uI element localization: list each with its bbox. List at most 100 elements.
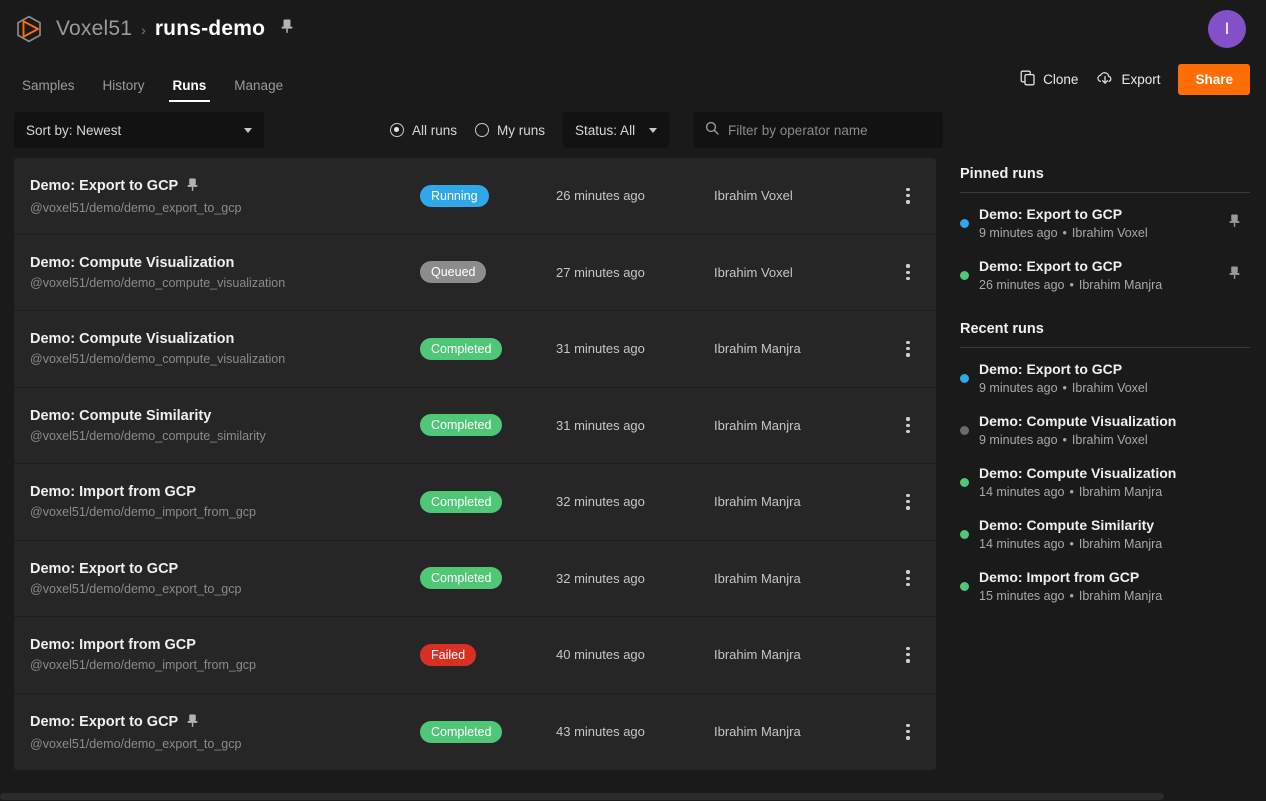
breadcrumb-separator: › — [141, 22, 146, 38]
status-dot — [960, 218, 969, 228]
recent-run-user: Ibrahim Manjra — [1078, 537, 1163, 551]
tab-runs[interactable]: Runs — [163, 78, 217, 103]
radio-all-runs-label: All runs — [412, 122, 458, 138]
run-uri: @voxel51/demo/demo_export_to_gcp — [30, 200, 242, 215]
recent-run-item[interactable]: Demo: Compute Similarity 14 minutes ago •… — [950, 508, 1250, 560]
table-row[interactable]: Demo: Export to GCP @voxel51/demo/demo_e… — [14, 694, 936, 771]
row-menu-button[interactable] — [894, 264, 922, 281]
pin-dataset-icon[interactable] — [280, 18, 294, 39]
run-info: Demo: Compute Visualization @voxel51/dem… — [30, 255, 420, 290]
pin-icon[interactable] — [1228, 213, 1242, 233]
radio-my-runs-label: My runs — [497, 122, 546, 138]
clone-button[interactable]: Clone — [1020, 70, 1078, 89]
recent-run-meta: 9 minutes ago • Ibrahim Voxel — [979, 433, 1242, 447]
recent-run-item[interactable]: Demo: Export to GCP 9 minutes ago • Ibrahi… — [950, 352, 1250, 404]
recent-run-name: Demo: Export to GCP — [979, 361, 1123, 377]
pin-icon[interactable] — [186, 713, 199, 732]
pinned-run-item[interactable]: Demo: Export to GCP 26 minutes ago • Ibrah… — [950, 249, 1250, 301]
recent-run-user: Ibrahim Voxel — [1071, 381, 1148, 395]
search-input[interactable] — [728, 122, 932, 138]
recent-divider — [960, 347, 1250, 348]
pinned-run-user: Ibrahim Manjra — [1078, 278, 1163, 292]
breadcrumb-dataset[interactable]: runs-demo — [155, 17, 265, 41]
status-dot — [960, 581, 969, 591]
operator-search[interactable] — [693, 112, 944, 148]
more-vertical-icon — [906, 187, 910, 204]
run-info: Demo: Export to GCP @voxel51/demo/demo_e… — [30, 713, 420, 751]
run-uri: @voxel51/demo/demo_compute_visualization — [30, 275, 286, 290]
share-button[interactable]: Share — [1178, 64, 1250, 95]
sort-select[interactable]: Sort by: Newest — [14, 112, 264, 148]
run-time: 26 minutes ago — [556, 188, 645, 204]
row-menu-button[interactable] — [894, 417, 922, 434]
run-time: 43 minutes ago — [556, 724, 645, 740]
pinned-run-time: 26 minutes ago — [979, 278, 1065, 292]
status-badge: Running — [420, 184, 489, 207]
run-title-wrap: Demo: Export to GCP — [30, 713, 420, 732]
tab-bar: Samples History Runs Manage Clone Export… — [0, 58, 1266, 102]
tab-list: Samples History Runs Manage — [12, 58, 293, 102]
recent-run-text: Demo: Export to GCP 9 minutes ago • Ibrahi… — [979, 361, 1242, 395]
recent-run-item[interactable]: Demo: Import from GCP 15 minutes ago • Ibr… — [950, 560, 1250, 612]
radio-my-runs-indicator — [475, 123, 490, 137]
run-title-wrap: Demo: Export to GCP — [30, 177, 420, 196]
run-user: Ibrahim Manjra — [714, 494, 801, 510]
pinned-run-text: Demo: Export to GCP 9 minutes ago • Ibrahi… — [979, 206, 1218, 240]
pin-icon[interactable] — [186, 177, 199, 196]
tab-history[interactable]: History — [93, 78, 155, 103]
run-user: Ibrahim Manjra — [714, 570, 801, 586]
meta-separator: • — [1069, 589, 1074, 603]
sort-select-value: Sort by: Newest — [26, 122, 122, 138]
table-row[interactable]: Demo: Import from GCP @voxel51/demo/demo… — [14, 617, 936, 694]
table-row[interactable]: Demo: Import from GCP @voxel51/demo/demo… — [14, 464, 936, 541]
run-user: Ibrahim Manjra — [714, 724, 801, 740]
run-info: Demo: Import from GCP @voxel51/demo/demo… — [30, 484, 420, 519]
recent-run-name: Demo: Compute Similarity — [979, 517, 1155, 533]
row-menu-button[interactable] — [894, 340, 922, 357]
table-row[interactable]: Demo: Compute Visualization @voxel51/dem… — [14, 235, 936, 311]
avatar[interactable]: I — [1208, 10, 1246, 48]
row-menu-button[interactable] — [894, 646, 922, 663]
runs-page: Voxel51 › runs-demo I Samples History Ru… — [0, 0, 1266, 801]
meta-separator: • — [1062, 381, 1067, 395]
recent-run-user: Ibrahim Manjra — [1078, 485, 1163, 499]
row-menu-button[interactable] — [894, 723, 922, 740]
recent-run-item[interactable]: Demo: Compute Visualization 9 minutes ag… — [950, 404, 1250, 456]
status-badge: Completed — [420, 720, 503, 743]
status-filter-select[interactable]: Status: All — [563, 112, 670, 148]
tab-manage[interactable]: Manage — [224, 78, 293, 103]
pinned-run-name: Demo: Export to GCP — [979, 206, 1123, 222]
status-filter-value: Status: All — [575, 122, 636, 138]
more-vertical-icon — [906, 340, 910, 357]
tab-samples[interactable]: Samples — [12, 78, 85, 103]
run-status: Queued — [420, 261, 556, 284]
radio-my-runs[interactable]: My runs — [475, 123, 545, 138]
run-uri: @voxel51/demo/demo_import_from_gcp — [30, 658, 256, 673]
recent-run-time: 15 minutes ago — [979, 589, 1065, 603]
app-header: Voxel51 › runs-demo I — [0, 0, 1266, 58]
export-button[interactable]: Export — [1096, 70, 1160, 89]
recent-run-user: Ibrahim Voxel — [1071, 433, 1148, 447]
run-time: 32 minutes ago — [556, 570, 645, 586]
table-row[interactable]: Demo: Compute Visualization @voxel51/dem… — [14, 311, 936, 388]
chevron-down-icon — [649, 127, 658, 133]
table-row[interactable]: Demo: Export to GCP @voxel51/demo/demo_e… — [14, 158, 936, 235]
breadcrumb-org[interactable]: Voxel51 — [56, 17, 132, 41]
radio-all-runs[interactable]: All runs — [390, 123, 457, 138]
recent-run-item[interactable]: Demo: Compute Visualization 14 minutes a… — [950, 456, 1250, 508]
run-time: 32 minutes ago — [556, 494, 645, 510]
run-status: Completed — [420, 337, 556, 360]
table-row[interactable]: Demo: Compute Similarity @voxel51/demo/d… — [14, 388, 936, 464]
pinned-run-item[interactable]: Demo: Export to GCP 9 minutes ago • Ibrahi… — [950, 197, 1250, 249]
table-row[interactable]: Demo: Export to GCP @voxel51/demo/demo_e… — [14, 541, 936, 617]
run-title: Demo: Import from GCP — [30, 637, 196, 654]
run-title: Demo: Compute Visualization — [30, 331, 235, 348]
row-menu-button[interactable] — [894, 570, 922, 587]
pinned-run-text: Demo: Export to GCP 26 minutes ago • Ibrah… — [979, 258, 1218, 292]
scrollbar-thumb[interactable] — [0, 793, 1164, 800]
row-menu-button[interactable] — [894, 187, 922, 204]
run-title: Demo: Import from GCP — [30, 484, 196, 501]
horizontal-scrollbar[interactable] — [0, 791, 1266, 801]
pin-icon[interactable] — [1228, 265, 1242, 285]
row-menu-button[interactable] — [894, 493, 922, 510]
